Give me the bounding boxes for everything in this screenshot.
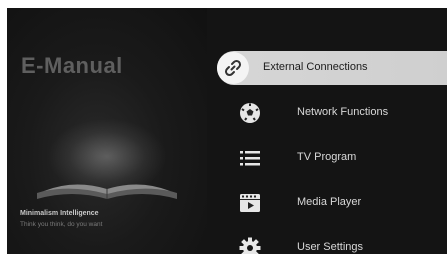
main-menu: External Connections Network Functions T… [7,8,447,254]
menu-item-label: Network Functions [297,106,389,118]
soccer-ball-icon [239,102,261,124]
menu-item-media-player[interactable]: Media Player [217,186,447,220]
menu-item-network-functions[interactable]: Network Functions [217,96,447,130]
tv-screen: E-Manual Minimalism Intelligence Think y… [7,8,447,254]
list-icon [239,147,261,169]
menu-item-tv-program[interactable]: TV Program [217,141,447,175]
link-icon [217,52,249,84]
menu-item-label: TV Program [297,151,357,163]
menu-item-label: External Connections [263,61,368,73]
menu-item-label: Media Player [297,196,362,208]
menu-item-external-connections[interactable]: External Connections [217,51,447,85]
menu-item-user-settings[interactable]: User Settings [217,231,447,254]
gear-icon [239,237,261,254]
film-play-icon [239,192,261,214]
menu-item-label: User Settings [297,241,364,253]
